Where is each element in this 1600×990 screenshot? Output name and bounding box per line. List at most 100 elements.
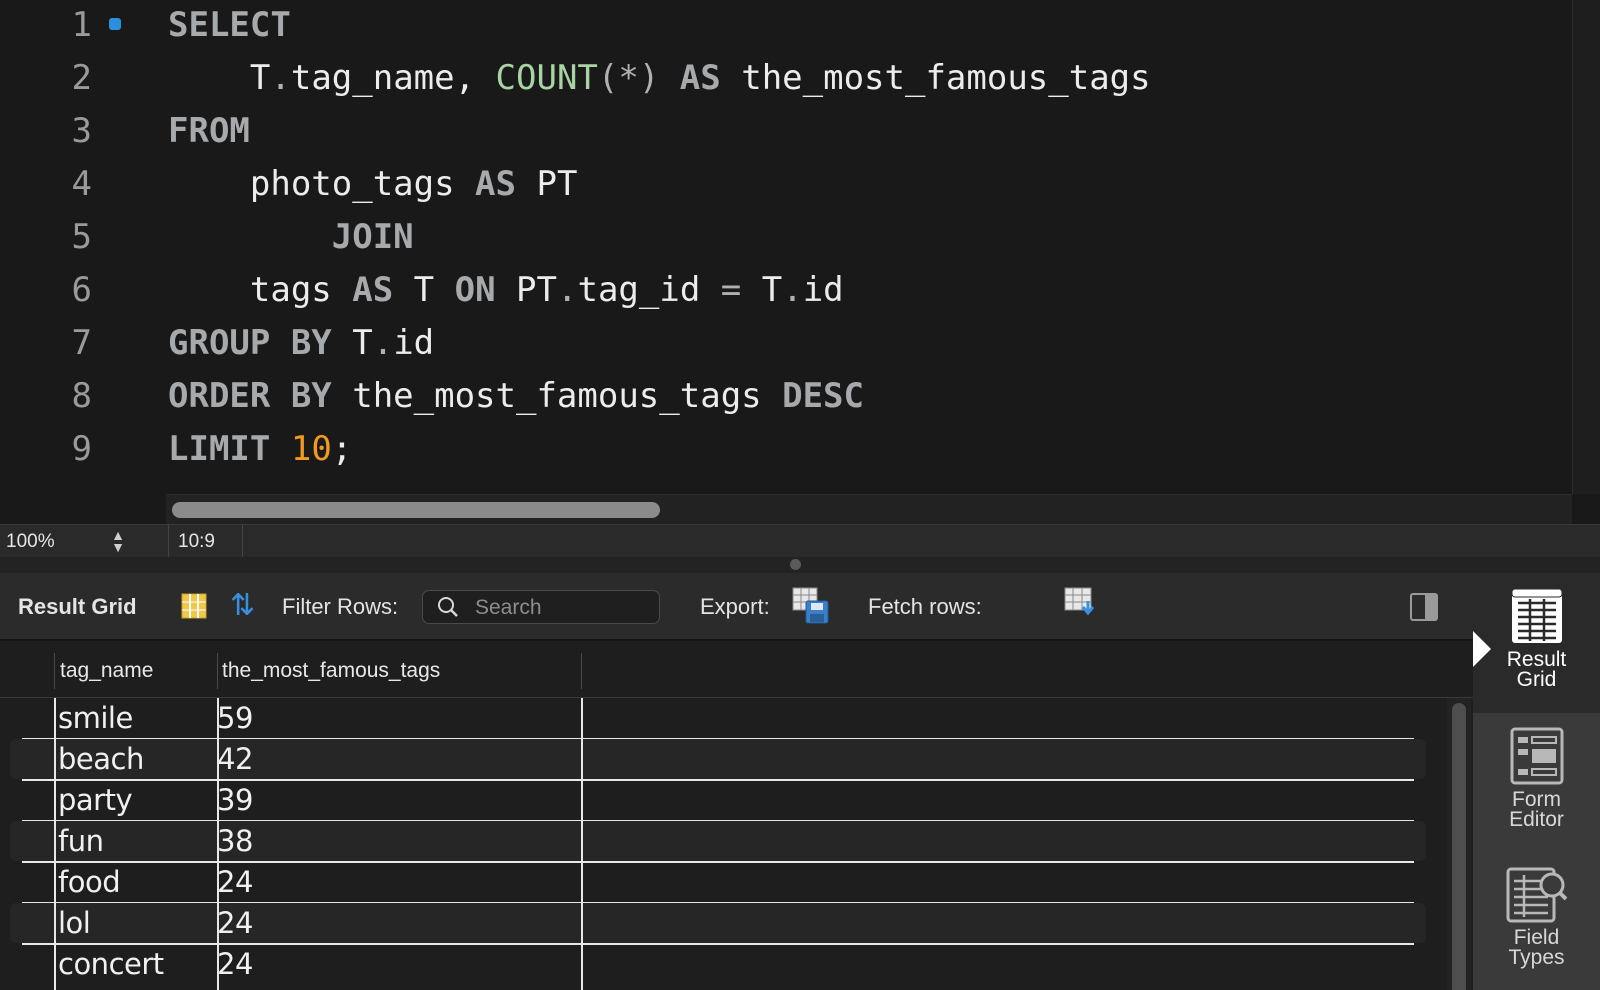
zoom-stepper-icon[interactable]: ▲ ▼ [108, 528, 128, 555]
export-save-icon[interactable] [792, 587, 830, 625]
search-input[interactable] [473, 594, 655, 622]
result-grid[interactable]: tag_name the_most_famous_tags smile 59 bea… [0, 641, 1473, 990]
zoom-level[interactable]: 100% [6, 531, 55, 553]
sql-token: PT [495, 270, 557, 310]
field-types-icon [1506, 867, 1567, 923]
sql-token: = [720, 270, 742, 310]
sql-token: tags [168, 270, 353, 310]
toggle-side-panel-icon[interactable] [1410, 593, 1438, 621]
code-area[interactable]: SELECT T.tag_name, COUNT(*) AS the_most_… [168, 0, 1568, 490]
sql-keyword: GROUP BY [168, 323, 332, 363]
side-tab-label: Editor [1509, 808, 1564, 831]
code-line[interactable]: JOIN [168, 210, 414, 264]
code-line[interactable]: photo_tags AS PT [168, 157, 578, 211]
cell-the-most-famous-tags[interactable]: 24 [217, 865, 253, 899]
header-divider[interactable] [217, 653, 218, 689]
cell-the-most-famous-tags[interactable]: 24 [217, 906, 253, 940]
editor-right-margin [1572, 0, 1600, 494]
grid-columns-icon[interactable] [181, 593, 207, 619]
sql-token: T [741, 270, 783, 310]
sql-token: the_most_famous_tags [741, 58, 1151, 98]
side-tab-field-types[interactable]: Field Types [1473, 853, 1600, 990]
splitter-handle-icon[interactable] [790, 559, 801, 570]
cell-the-most-famous-tags[interactable]: 38 [217, 824, 253, 858]
line-number: 4 [71, 164, 92, 204]
side-tab-label: Field [1513, 926, 1560, 949]
sql-token: (*) [597, 58, 660, 98]
sql-token: . [782, 270, 803, 310]
result-side-panel: Result Grid Form Editor Field Types [1473, 573, 1600, 990]
line-number-gutter: 1 2 3 4 5 6 7 8 9 [0, 0, 165, 490]
column-divider [54, 698, 56, 990]
code-line[interactable]: ORDER BY the_most_famous_tags DESC [168, 369, 864, 423]
cell-tag-name[interactable]: party [58, 783, 133, 817]
cell-the-most-famous-tags[interactable]: 39 [217, 783, 253, 817]
cell-the-most-famous-tags[interactable]: 24 [217, 947, 253, 981]
editor-scrollbar-thumb[interactable] [172, 502, 660, 518]
sql-number: 10 [290, 429, 332, 469]
line-number: 1 [71, 5, 92, 45]
side-tab-label: Form [1512, 788, 1561, 811]
sql-keyword: FROM [168, 111, 250, 151]
cell-the-most-famous-tags[interactable]: 42 [217, 742, 253, 776]
sql-token: . [270, 58, 291, 98]
column-header-tag-name[interactable]: tag_name [60, 659, 153, 683]
sql-keyword: AS [475, 164, 516, 204]
sql-token: T [331, 323, 373, 363]
cell-tag-name[interactable]: beach [58, 742, 144, 776]
cell-tag-name[interactable]: smile [58, 701, 133, 735]
cell-tag-name[interactable]: fun [58, 824, 104, 858]
sql-keyword: DESC [782, 376, 864, 416]
sql-token: photo_tags [168, 164, 476, 204]
sql-token: tag_id [577, 270, 721, 310]
editor-status-bar: 100% ▲ ▼ 10:9 [0, 524, 1600, 558]
side-tab-form-editor[interactable]: Form Editor [1473, 713, 1600, 853]
active-tab-indicator-icon [1473, 631, 1491, 667]
statement-marker-icon [109, 18, 121, 30]
side-tab-label: Result [1506, 648, 1567, 671]
sql-token: ; [331, 429, 353, 469]
sql-keyword: SELECT [168, 5, 291, 45]
cell-tag-name[interactable]: concert [58, 947, 164, 981]
header-divider[interactable] [581, 653, 582, 689]
sql-keyword: JOIN [168, 217, 414, 257]
status-divider [242, 525, 243, 557]
sql-keyword: AS [352, 270, 394, 310]
code-line[interactable]: LIMIT 10; [168, 422, 352, 476]
filter-search-box[interactable] [422, 590, 660, 624]
cell-tag-name[interactable]: lol [58, 906, 91, 940]
sql-keyword: ORDER BY [168, 376, 332, 416]
line-number: 7 [71, 323, 92, 363]
code-line[interactable]: T.tag_name, COUNT(*) AS the_most_famous_… [168, 51, 1151, 105]
sql-keyword: AS [659, 58, 742, 98]
sql-function: COUNT [495, 58, 598, 98]
sql-token: . [372, 323, 394, 363]
sql-keyword: ON [454, 270, 496, 310]
sql-editor[interactable]: 123456789 SELECT T.tag_name, COUNT(*) AS… [0, 0, 1600, 524]
filter-rows-label: Filter Rows: [282, 594, 399, 619]
code-line[interactable]: GROUP BY T.id [168, 316, 434, 370]
refresh-icon[interactable]: ⇅ [230, 591, 264, 621]
sql-token: PT [516, 164, 578, 204]
side-tab-label: Types [1508, 946, 1565, 969]
grid-scrollbar-thumb[interactable] [1452, 703, 1466, 990]
fetch-rows-icon[interactable] [1064, 587, 1098, 619]
result-toolbar: Result Grid ⇅ Filter Rows: Export: Fetch… [0, 573, 1473, 641]
sql-keyword: LIMIT [168, 429, 271, 469]
line-number: 5 [71, 217, 92, 257]
code-line[interactable]: FROM [168, 104, 250, 158]
side-tab-result-grid[interactable]: Result Grid [1473, 573, 1600, 713]
sql-token: the_most_famous_tags [331, 376, 783, 416]
column-divider [217, 698, 219, 990]
form-editor-icon [1510, 727, 1563, 785]
code-line[interactable]: tags AS T ON PT.tag_id = T.id [168, 263, 844, 317]
cell-the-most-famous-tags[interactable]: 59 [217, 701, 253, 735]
sql-token: tag_name, [290, 58, 496, 98]
line-number: 2 [71, 58, 92, 98]
side-tab-label: Grid [1516, 668, 1557, 691]
column-header-the-most-famous-tags[interactable]: the_most_famous_tags [222, 659, 440, 683]
grid-body[interactable]: smile 59 beach 42 party 39 fun 38 food 24 lol 24 con… [0, 698, 1473, 990]
cell-tag-name[interactable]: food [58, 865, 121, 899]
grid-header: tag_name the_most_famous_tags [0, 641, 1473, 698]
code-line[interactable]: SELECT [168, 0, 291, 52]
